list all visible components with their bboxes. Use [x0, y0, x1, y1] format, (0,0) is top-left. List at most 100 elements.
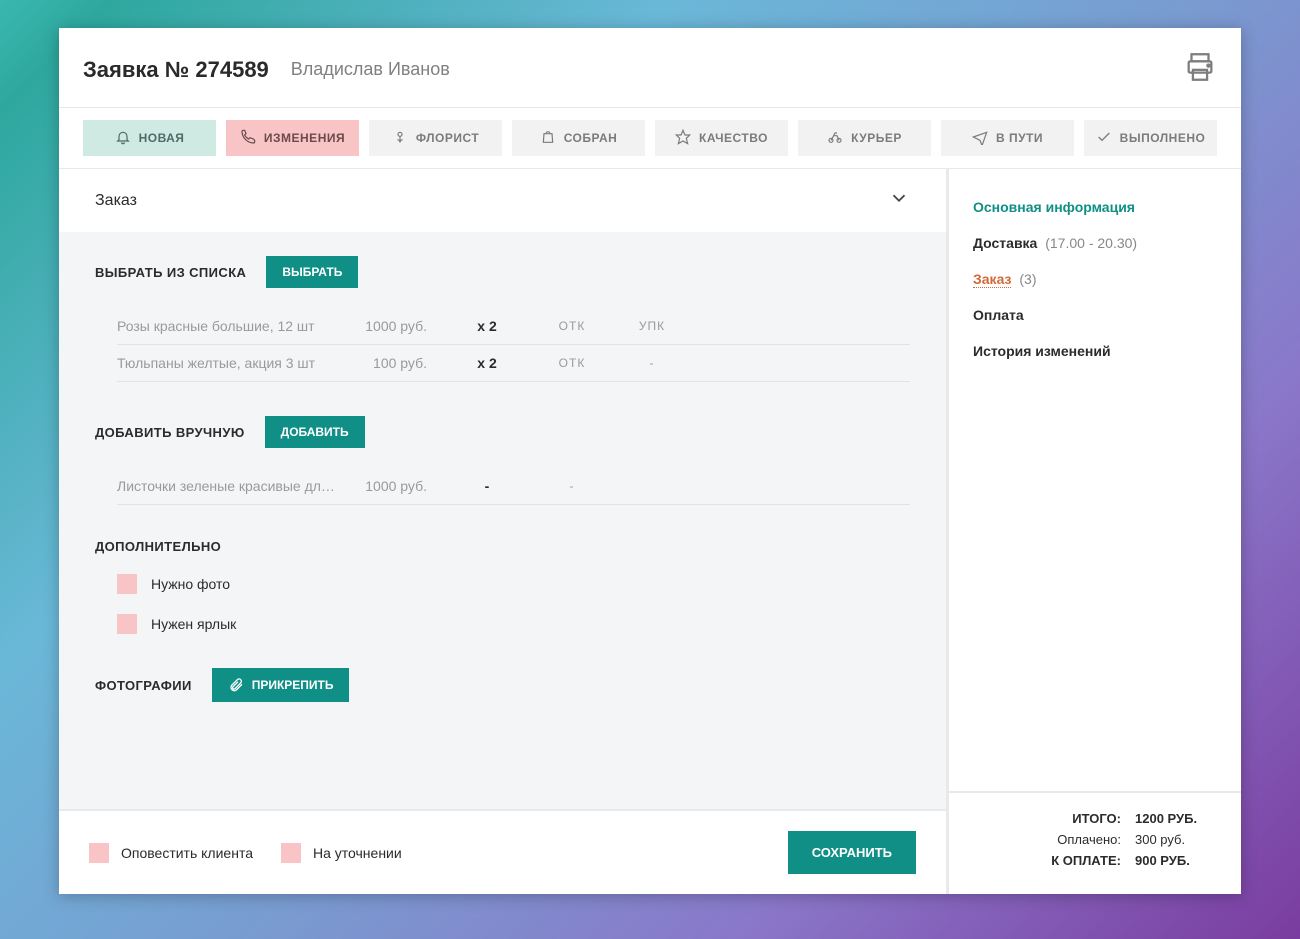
sidebar-item-label: История изменений [973, 343, 1111, 359]
extra-label: Нужно фото [151, 576, 230, 592]
sidebar-item-label: Основная информация [973, 199, 1135, 215]
section-photos-title: ФОТОГРАФИИ [95, 678, 192, 693]
sidebar-item-label: Доставка [973, 235, 1037, 251]
sidebar-item[interactable]: Основная информация [973, 189, 1217, 225]
table-row[interactable]: Тюльпаны желтые, акция 3 шт100 руб.x 2ОТ… [117, 345, 910, 382]
sidebar-item-meta: (17.00 - 20.30) [1045, 235, 1137, 251]
status-label: КАЧЕСТВО [699, 131, 768, 145]
status-packed[interactable]: СОБРАН [512, 120, 645, 156]
sidebar-item[interactable]: Оплата [973, 297, 1217, 333]
extra-option[interactable]: Нужно фото [117, 574, 910, 594]
extra-checkbox[interactable] [117, 614, 137, 634]
item-col1: ОТК [527, 319, 617, 333]
footer: Оповестить клиента На уточнении СОХРАНИТ… [59, 809, 946, 894]
status-bar: НОВАЯ ИЗМЕНЕНИЯ ФЛОРИСТ СОБРАН КАЧЕСТВО КУРЬЕ… [59, 108, 1241, 169]
page-title: Заявка № 274589 [83, 57, 269, 83]
item-price: 100 руб. [337, 355, 447, 371]
status-label: ФЛОРИСТ [416, 131, 479, 145]
total-row: К ОПЛАТЕ: 900 РУБ. [973, 853, 1217, 868]
item-price: 1000 руб. [337, 318, 447, 334]
status-quality[interactable]: КАЧЕСТВО [655, 120, 788, 156]
item-col1: ОТК [527, 356, 617, 370]
hold-option[interactable]: На уточнении [281, 843, 402, 863]
item-qty: x 2 [447, 318, 527, 334]
notify-option[interactable]: Оповестить клиента [89, 843, 253, 863]
table-row[interactable]: Листочки зеленые красивые для украшен100… [117, 468, 910, 505]
printer-icon [1183, 50, 1217, 84]
phone-icon [240, 129, 256, 148]
item-qty: - [447, 478, 527, 494]
status-done[interactable]: ВЫПОЛНЕНО [1084, 120, 1217, 156]
extra-label: Нужен ярлык [151, 616, 236, 632]
save-button[interactable]: СОХРАНИТЬ [788, 831, 916, 874]
sidebar-item[interactable]: Доставка (17.00 - 20.30) [973, 225, 1217, 261]
check-icon [1096, 129, 1112, 148]
total-val: 1200 руб. [1135, 811, 1217, 826]
select-button[interactable]: ВЫБРАТЬ [266, 256, 358, 288]
section-toggle-order[interactable]: Заказ [59, 169, 946, 232]
section-manual: ДОБАВИТЬ ВРУЧНУЮ ДОБАВИТЬ Листочки зелен… [95, 416, 910, 505]
table-row[interactable]: Розы красные большие, 12 шт1000 руб.x 2О… [117, 308, 910, 345]
extra-option[interactable]: Нужен ярлык [117, 614, 910, 634]
hold-label: На уточнении [313, 845, 402, 861]
section-extra: ДОПОЛНИТЕЛЬНО Нужно фото Нужен ярлык [95, 539, 910, 634]
bell-icon [115, 129, 131, 148]
item-name: Розы красные большие, 12 шт [117, 318, 337, 334]
status-transit[interactable]: В ПУТИ [941, 120, 1074, 156]
item-col2: УПК [617, 319, 687, 333]
attach-button-label: ПРИКРЕПИТЬ [252, 678, 334, 692]
status-florist[interactable]: ФЛОРИСТ [369, 120, 502, 156]
status-new[interactable]: НОВАЯ [83, 120, 216, 156]
section-list-title: ВЫБРАТЬ ИЗ СПИСКА [95, 265, 246, 280]
paperclip-icon [228, 677, 244, 693]
status-label: В ПУТИ [996, 131, 1043, 145]
item-name: Листочки зеленые красивые для украшен [117, 478, 337, 494]
status-label: ВЫПОЛНЕНО [1120, 131, 1206, 145]
total-key: Итого: [1072, 811, 1121, 826]
star-icon [675, 129, 691, 148]
status-label: КУРЬЕР [851, 131, 902, 145]
item-col2: - [617, 356, 687, 370]
notify-label: Оповестить клиента [121, 845, 253, 861]
total-row: Оплачено: 300 руб. [973, 832, 1217, 847]
notify-checkbox[interactable] [89, 843, 109, 863]
section-manual-title: ДОБАВИТЬ ВРУЧНУЮ [95, 425, 245, 440]
total-key: Оплачено: [1057, 832, 1121, 847]
status-label: ИЗМЕНЕНИЯ [264, 131, 345, 145]
item-price: 1000 руб. [337, 478, 447, 494]
status-courier[interactable]: КУРЬЕР [798, 120, 931, 156]
total-key: К ОПЛАТЕ: [1051, 853, 1121, 868]
status-label: НОВАЯ [139, 131, 185, 145]
status-label: СОБРАН [564, 131, 618, 145]
total-val: 300 руб. [1135, 832, 1217, 847]
total-row: Итого: 1200 руб. [973, 811, 1217, 826]
print-button[interactable] [1183, 50, 1217, 89]
modal-card: Заявка № 274589 Владислав Иванов НОВАЯ ИЗ… [59, 28, 1241, 894]
attach-button[interactable]: ПРИКРЕПИТЬ [212, 668, 350, 702]
totals: Итого: 1200 руб. Оплачено: 300 руб. К ОПЛАТЕ… [949, 791, 1241, 894]
plane-icon [972, 129, 988, 148]
status-changes[interactable]: ИЗМЕНЕНИЯ [226, 120, 359, 156]
total-val: 900 РУБ. [1135, 853, 1217, 868]
extra-checkbox[interactable] [117, 574, 137, 594]
sidebar-item-meta: (3) [1019, 271, 1036, 287]
sidebar-item-label: Оплата [973, 307, 1024, 323]
item-qty: x 2 [447, 355, 527, 371]
bike-icon [827, 129, 843, 148]
item-col1: - [527, 479, 617, 493]
section-toggle-label: Заказ [95, 192, 137, 210]
section-extra-title: ДОПОЛНИТЕЛЬНО [95, 539, 221, 554]
sidebar-item[interactable]: История изменений [973, 333, 1217, 369]
item-name: Тюльпаны желтые, акция 3 шт [117, 355, 337, 371]
add-button[interactable]: ДОБАВИТЬ [265, 416, 365, 448]
chevron-down-icon [888, 187, 910, 214]
sidebar-nav: Основная информация Доставка (17.00 - 20.… [949, 169, 1241, 389]
user-name: Владислав Иванов [291, 59, 450, 80]
sidebar-item-label: Заказ [973, 271, 1011, 288]
header: Заявка № 274589 Владислав Иванов [59, 28, 1241, 108]
bag-icon [540, 129, 556, 148]
hold-checkbox[interactable] [281, 843, 301, 863]
flower-icon [392, 129, 408, 148]
sidebar-item[interactable]: Заказ (3) [973, 261, 1217, 297]
section-photos: ФОТОГРАФИИ ПРИКРЕПИТЬ [95, 668, 910, 702]
